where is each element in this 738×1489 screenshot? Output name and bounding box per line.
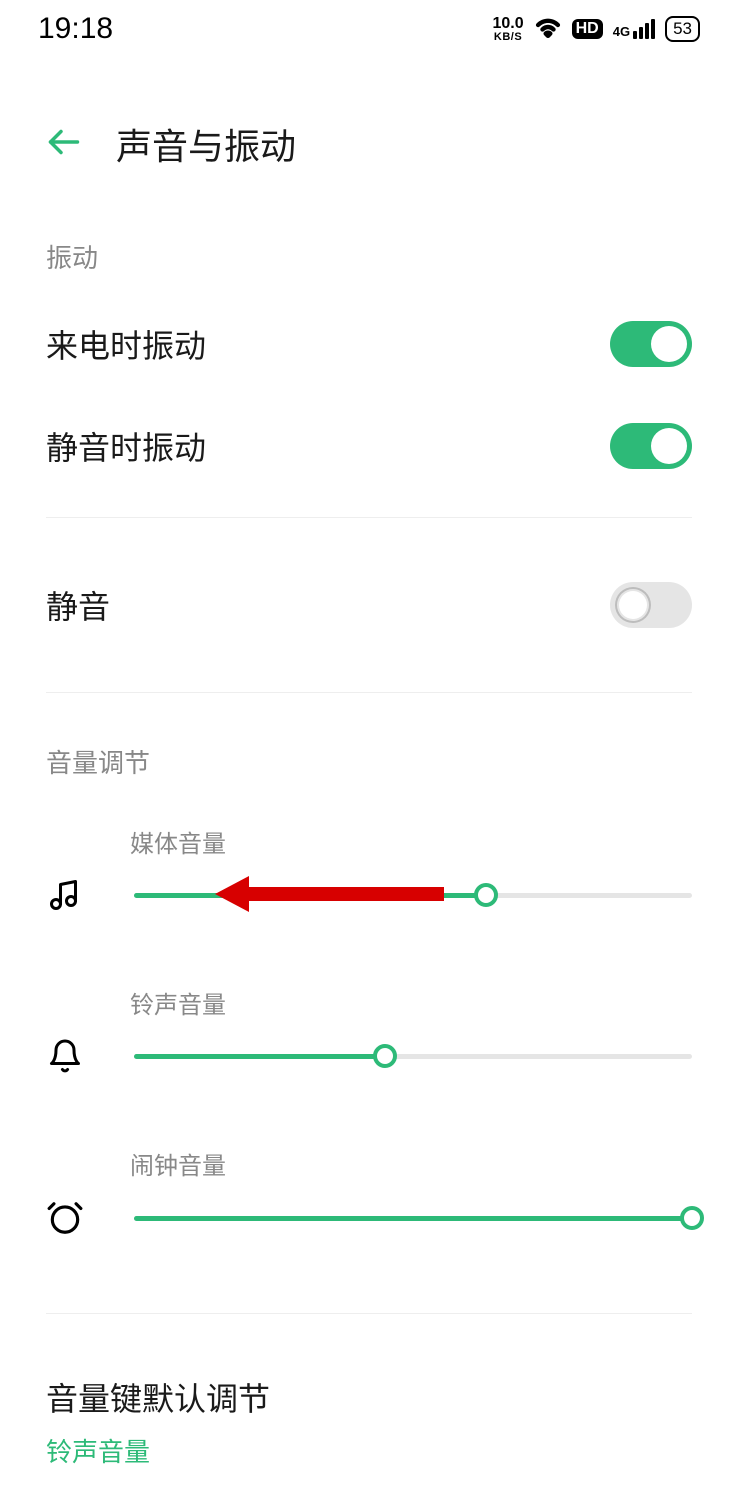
ring-volume-label: 铃声音量 (130, 985, 692, 1020)
alarm-clock-icon (46, 1199, 84, 1237)
ring-volume-slider[interactable] (134, 1044, 692, 1068)
wifi-icon (534, 13, 562, 45)
page-header: 声音与振动 (0, 58, 738, 220)
vibrate-on-call-label: 来电时振动 (46, 321, 206, 367)
vibrate-on-silent-label: 静音时振动 (46, 423, 206, 469)
net-speed-icon: 10.0 KB/S (492, 16, 523, 43)
status-time: 19:18 (38, 12, 113, 46)
row-vibrate-on-silent[interactable]: 静音时振动 (0, 395, 738, 497)
row-vibrate-on-call[interactable]: 来电时振动 (0, 293, 738, 395)
cellular-signal-icon: 4G (613, 19, 655, 39)
section-vibration-label: 振动 (0, 220, 738, 293)
volume-key-title: 音量键默认调节 (46, 1374, 692, 1420)
media-volume-slider[interactable] (134, 883, 692, 907)
divider (46, 517, 692, 518)
page-title: 声音与振动 (116, 118, 296, 170)
hd-icon: HD (572, 19, 603, 39)
divider (46, 692, 692, 693)
divider (46, 1313, 692, 1314)
alarm-volume-label: 闹钟音量 (130, 1146, 692, 1181)
silent-mode-label: 静音 (46, 582, 110, 628)
vibrate-on-call-toggle[interactable] (610, 321, 692, 367)
volume-block: 媒体音量 铃声音量 闹钟音量 (0, 798, 738, 1293)
row-volume-key-default[interactable]: 音量键默认调节 铃声音量 (0, 1334, 738, 1489)
bell-icon (46, 1038, 84, 1074)
status-right: 10.0 KB/S HD 4G 53 (492, 13, 700, 45)
alarm-volume-slider[interactable] (134, 1206, 692, 1230)
alarm-volume-item: 闹钟音量 (46, 1120, 692, 1283)
status-bar: 19:18 10.0 KB/S HD 4G 53 (0, 0, 738, 58)
battery-icon: 53 (665, 16, 700, 42)
section-volume-label: 音量调节 (0, 713, 738, 798)
media-volume-label: 媒体音量 (130, 824, 692, 859)
silent-mode-toggle[interactable] (610, 582, 692, 628)
vibrate-on-silent-toggle[interactable] (610, 423, 692, 469)
ring-volume-item: 铃声音量 (46, 959, 692, 1120)
row-silent-mode[interactable]: 静音 (0, 538, 738, 672)
media-volume-item: 媒体音量 (46, 798, 692, 959)
volume-key-value: 铃声音量 (46, 1432, 692, 1469)
back-arrow-icon[interactable] (46, 124, 82, 165)
music-note-icon (46, 877, 84, 913)
